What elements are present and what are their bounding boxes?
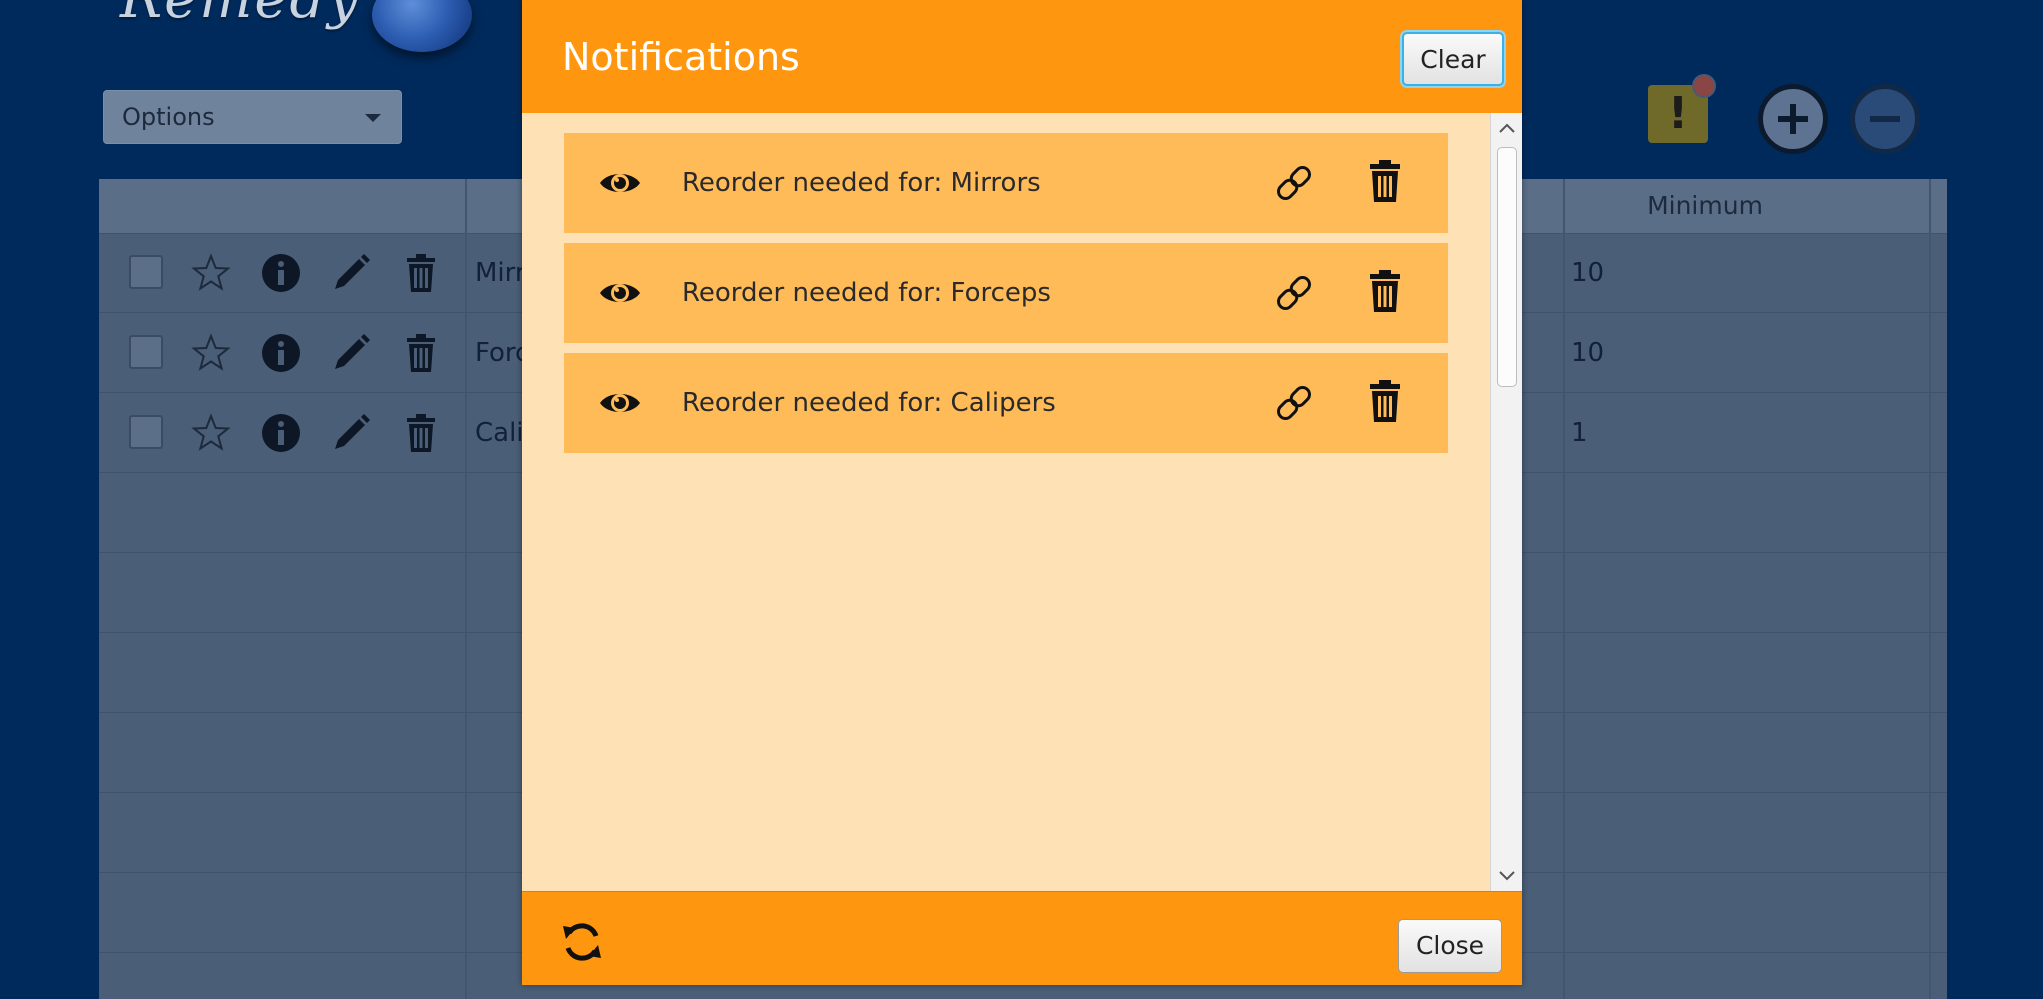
link-icon[interactable] bbox=[1272, 381, 1316, 425]
star-icon[interactable] bbox=[191, 413, 231, 453]
pencil-icon[interactable] bbox=[331, 333, 371, 373]
notification-text: Reorder needed for: Forceps bbox=[682, 278, 1051, 308]
notification-item: Reorder needed for: Forceps bbox=[564, 243, 1448, 343]
trash-icon[interactable] bbox=[1368, 159, 1402, 203]
vertical-scrollbar[interactable] bbox=[1490, 113, 1522, 891]
info-icon[interactable] bbox=[261, 333, 301, 373]
trash-icon[interactable] bbox=[401, 413, 441, 453]
notification-text: Reorder needed for: Mirrors bbox=[682, 168, 1041, 198]
chevron-down-icon bbox=[1498, 871, 1515, 881]
pencil-icon[interactable] bbox=[331, 253, 371, 293]
chevron-down-icon bbox=[365, 114, 381, 122]
add-item-button[interactable] bbox=[1758, 84, 1828, 154]
row-minimum: 10 bbox=[1571, 338, 1605, 368]
eye-icon[interactable] bbox=[598, 165, 642, 201]
chevron-up-icon bbox=[1498, 123, 1515, 133]
notification-item: Reorder needed for: Calipers bbox=[564, 353, 1448, 453]
trash-icon[interactable] bbox=[1368, 379, 1402, 423]
minus-icon bbox=[1870, 116, 1900, 122]
star-icon[interactable] bbox=[191, 253, 231, 293]
trash-icon[interactable] bbox=[401, 333, 441, 373]
scroll-up-arrow[interactable] bbox=[1491, 113, 1522, 143]
notification-text: Reorder needed for: Calipers bbox=[682, 388, 1056, 418]
trash-icon[interactable] bbox=[401, 253, 441, 293]
pencil-icon[interactable] bbox=[331, 413, 371, 453]
logo-graphic bbox=[372, 0, 472, 52]
close-button[interactable]: Close bbox=[1398, 919, 1502, 973]
scrollbar-thumb[interactable] bbox=[1497, 147, 1517, 387]
clear-button[interactable]: Clear bbox=[1402, 32, 1504, 86]
column-header-minimum[interactable]: Minimum bbox=[1565, 179, 1845, 233]
options-dropdown-value: Options bbox=[122, 103, 215, 131]
link-icon[interactable] bbox=[1272, 271, 1316, 315]
notifications-dialog: Notifications Clear Reorder needed for: … bbox=[522, 0, 1522, 985]
star-icon[interactable] bbox=[191, 333, 231, 373]
trash-icon[interactable] bbox=[1368, 269, 1402, 313]
notification-badge bbox=[1692, 74, 1716, 98]
options-dropdown[interactable]: Options bbox=[103, 90, 402, 144]
scroll-down-arrow[interactable] bbox=[1491, 861, 1522, 891]
eye-icon[interactable] bbox=[598, 275, 642, 311]
row-checkbox[interactable] bbox=[129, 335, 163, 369]
notification-list: Reorder needed for: Mirrors Reorder need… bbox=[522, 113, 1488, 891]
link-icon[interactable] bbox=[1272, 161, 1316, 205]
notification-item: Reorder needed for: Mirrors bbox=[564, 133, 1448, 233]
info-icon[interactable] bbox=[261, 253, 301, 293]
row-checkbox[interactable] bbox=[129, 415, 163, 449]
logo-text: Remedy bbox=[120, 0, 361, 31]
refresh-icon[interactable] bbox=[560, 920, 604, 964]
dialog-header: Notifications Clear bbox=[522, 0, 1522, 113]
row-checkbox[interactable] bbox=[129, 255, 163, 289]
dialog-title: Notifications bbox=[562, 35, 800, 79]
info-icon[interactable] bbox=[261, 413, 301, 453]
plus-icon bbox=[1778, 104, 1808, 134]
dialog-footer: Close bbox=[522, 891, 1522, 985]
remove-item-button[interactable] bbox=[1850, 84, 1920, 154]
eye-icon[interactable] bbox=[598, 385, 642, 421]
row-minimum: 10 bbox=[1571, 258, 1605, 288]
row-minimum: 1 bbox=[1571, 418, 1588, 448]
